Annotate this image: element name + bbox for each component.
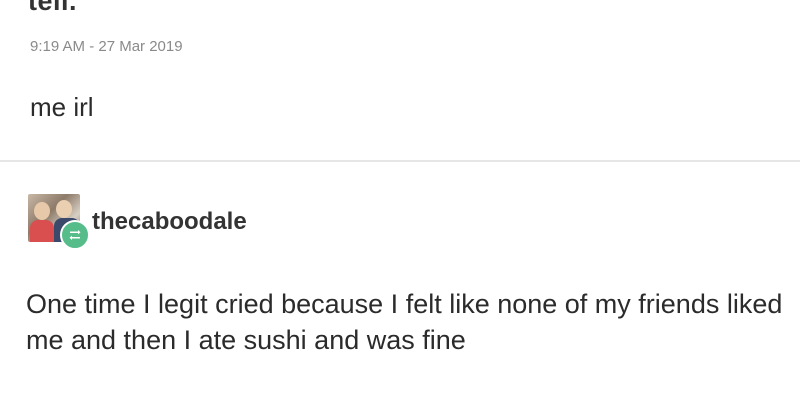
username[interactable]: thecaboodale [92, 208, 247, 236]
post-divider [0, 160, 800, 162]
reblog-comment: me irl [30, 92, 94, 122]
post-body-text: One time I legit cried because I felt li… [26, 289, 783, 355]
avatar[interactable] [26, 192, 90, 252]
tweet-timestamp[interactable]: 9:19 AM - 27 Mar 2019 [30, 38, 183, 55]
cutoff-text: tell. [28, 0, 78, 16]
reblog-icon [60, 220, 90, 250]
